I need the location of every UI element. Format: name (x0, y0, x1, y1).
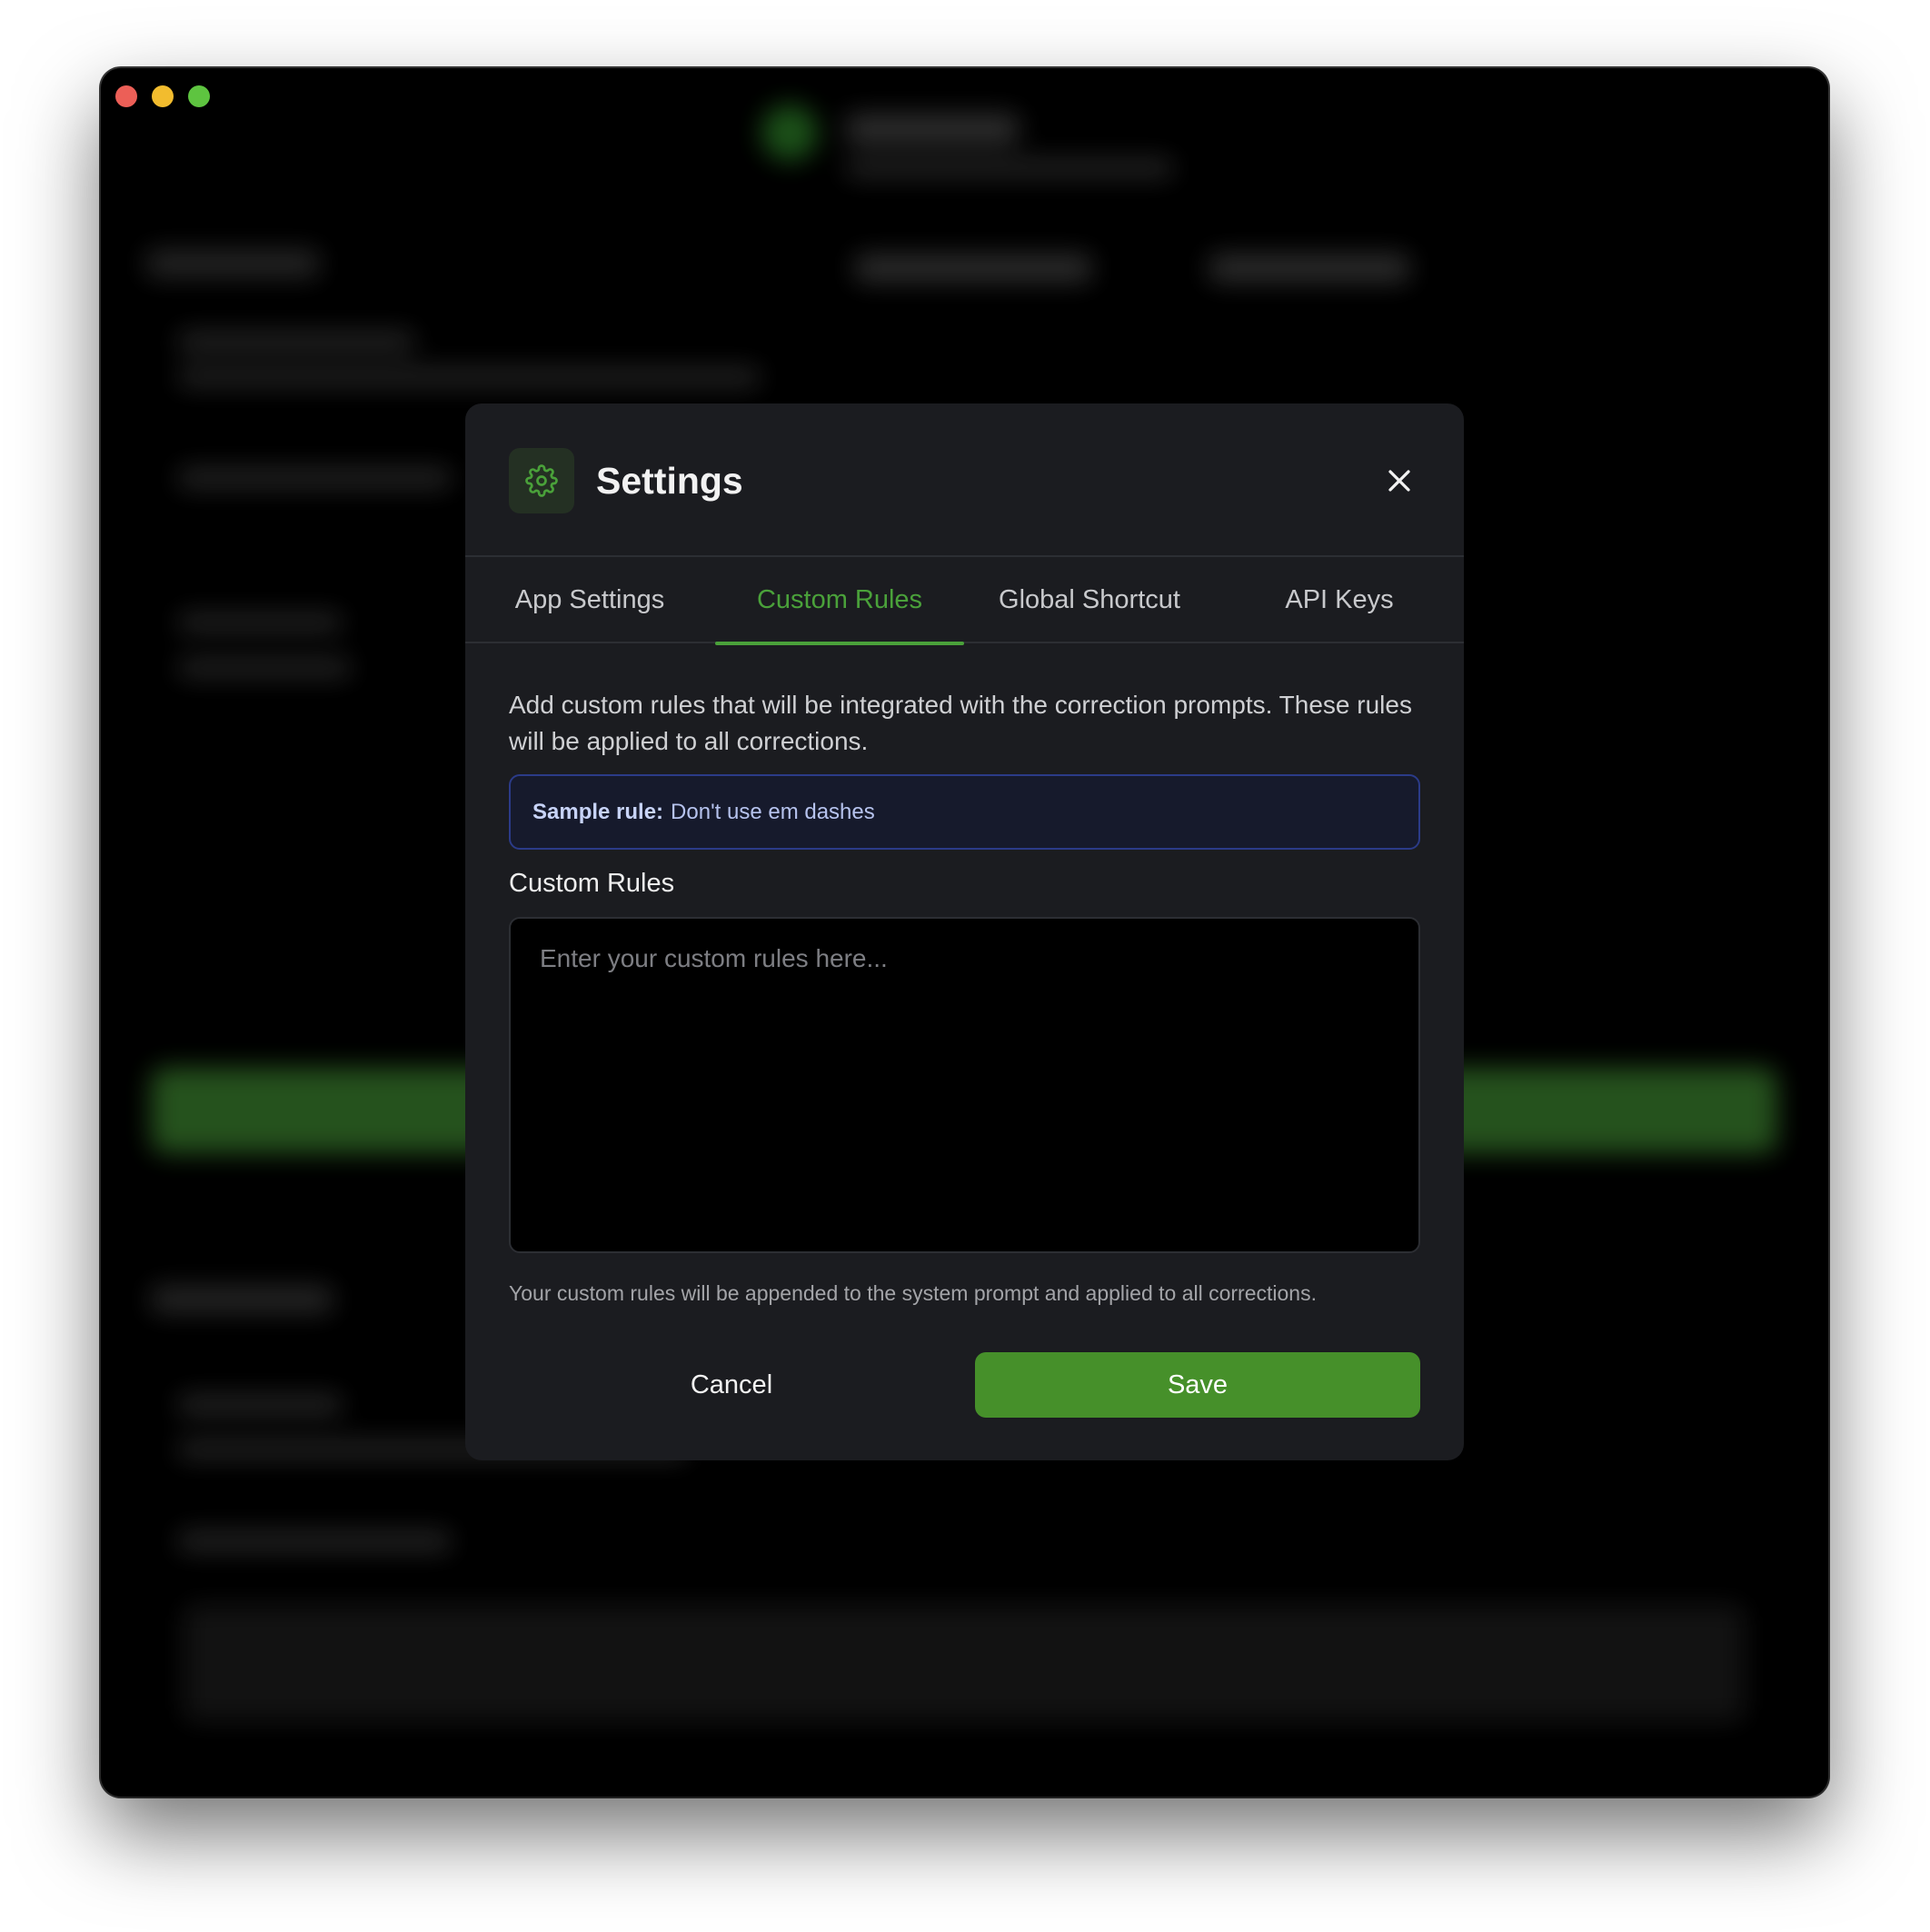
modal-header: Settings (465, 403, 1464, 557)
background-text-block (178, 468, 451, 488)
tab-app-settings[interactable]: App Settings (465, 557, 714, 643)
tab-api-keys[interactable]: API Keys (1215, 557, 1464, 643)
sample-rule-text: Don't use em dashes (671, 799, 875, 824)
settings-modal: Settings App Settings Custom Rules Globa… (465, 403, 1464, 1460)
modal-title: Settings (596, 460, 743, 502)
background-panel (183, 1604, 1746, 1722)
background-text-block (178, 332, 414, 352)
background-text-block (178, 1531, 451, 1551)
background-logo (761, 105, 818, 161)
window-maximize-button[interactable] (188, 85, 210, 107)
background-subtitle-block (846, 159, 1173, 177)
save-button[interactable]: Save (975, 1352, 1420, 1418)
background-toolbar-block (855, 254, 1091, 282)
cancel-button[interactable]: Cancel (509, 1352, 954, 1418)
tab-global-shortcut[interactable]: Global Shortcut (965, 557, 1214, 643)
custom-rules-label: Custom Rules (509, 869, 675, 898)
window-close-button[interactable] (115, 85, 137, 107)
background-text-block (178, 1395, 342, 1415)
background-text-block (178, 659, 351, 677)
custom-rules-input[interactable] (509, 917, 1420, 1253)
window-minimize-button[interactable] (152, 85, 174, 107)
background-text-block (178, 613, 342, 632)
window-controls (115, 85, 210, 107)
sample-rule-box: Sample rule: Don't use em dashes (509, 774, 1420, 850)
gear-icon (509, 448, 574, 513)
background-heading-block (151, 1286, 333, 1313)
help-text: Your custom rules will be appended to th… (509, 1281, 1317, 1305)
description-text: Add custom rules that will be integrated… (509, 691, 1412, 755)
background-text-block (178, 368, 760, 386)
background-heading-block (146, 250, 319, 277)
tab-custom-rules[interactable]: Custom Rules (715, 557, 964, 645)
settings-tabs: App Settings Custom Rules Global Shortcu… (465, 557, 1464, 645)
close-icon (1388, 470, 1410, 492)
background-title-block (846, 114, 1019, 144)
sample-rule-label: Sample rule: (532, 799, 664, 824)
background-toolbar-block (1209, 254, 1409, 282)
close-button[interactable] (1378, 460, 1420, 502)
